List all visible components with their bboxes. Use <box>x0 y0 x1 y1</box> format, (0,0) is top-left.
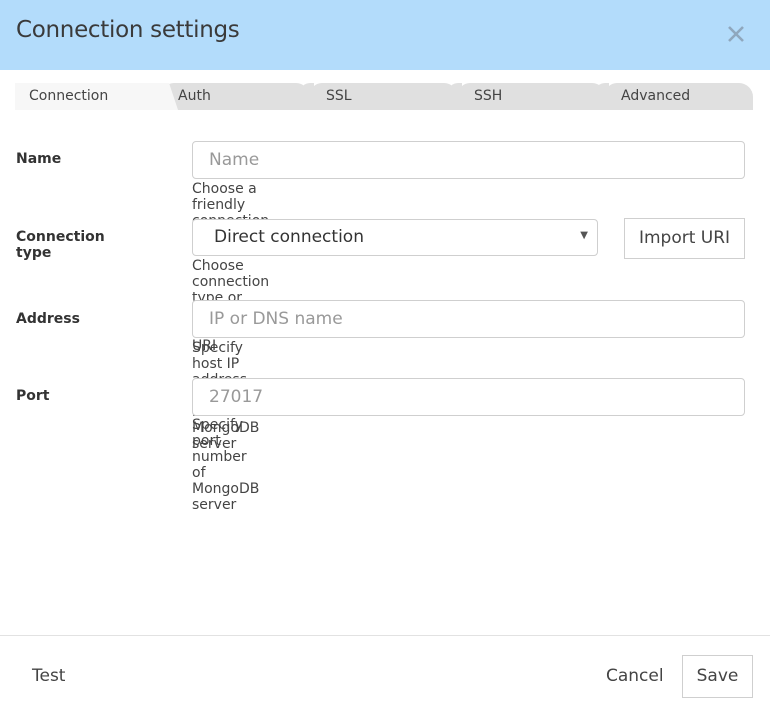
tab-label: SSL <box>326 88 352 104</box>
tab-auth[interactable]: Auth <box>162 83 310 110</box>
name-label: Name <box>16 151 62 167</box>
port-hint: Specify port number of MongoDB server <box>192 417 260 513</box>
tab-label: SSH <box>474 88 503 104</box>
connection-type-label: Connection type <box>16 229 105 261</box>
address-label: Address <box>16 311 80 327</box>
import-uri-button[interactable]: Import URI <box>624 218 745 259</box>
connection-type-value: Direct connection <box>214 227 364 247</box>
tab-ssh[interactable]: SSH <box>458 83 606 110</box>
address-input[interactable]: IP or DNS name <box>192 300 745 338</box>
dialog-header: Connection settings <box>0 0 770 70</box>
tab-label: Connection <box>29 88 109 104</box>
dialog-title: Connection settings <box>16 17 240 43</box>
port-input[interactable]: 27017 <box>192 378 745 416</box>
save-button[interactable]: Save <box>682 655 753 698</box>
close-icon <box>728 26 744 42</box>
tab-label: Advanced <box>621 88 691 104</box>
tab-label: Auth <box>178 88 211 104</box>
tab-advanced[interactable]: Advanced <box>605 83 753 110</box>
test-button[interactable]: Test <box>32 666 65 686</box>
port-label: Port <box>16 388 50 404</box>
tab-connection[interactable]: Connection <box>15 83 160 110</box>
close-button[interactable] <box>722 20 750 48</box>
name-input[interactable]: Name <box>192 141 745 179</box>
footer-divider <box>0 635 770 636</box>
dropdown-arrow-icon: ▼ <box>580 230 588 241</box>
cancel-button[interactable]: Cancel <box>606 666 664 686</box>
tab-ssl[interactable]: SSL <box>310 83 458 110</box>
connection-type-select[interactable]: Direct connection ▼ <box>192 219 598 256</box>
tab-bar: Connection Auth SSL SSH Advanced <box>15 83 755 110</box>
